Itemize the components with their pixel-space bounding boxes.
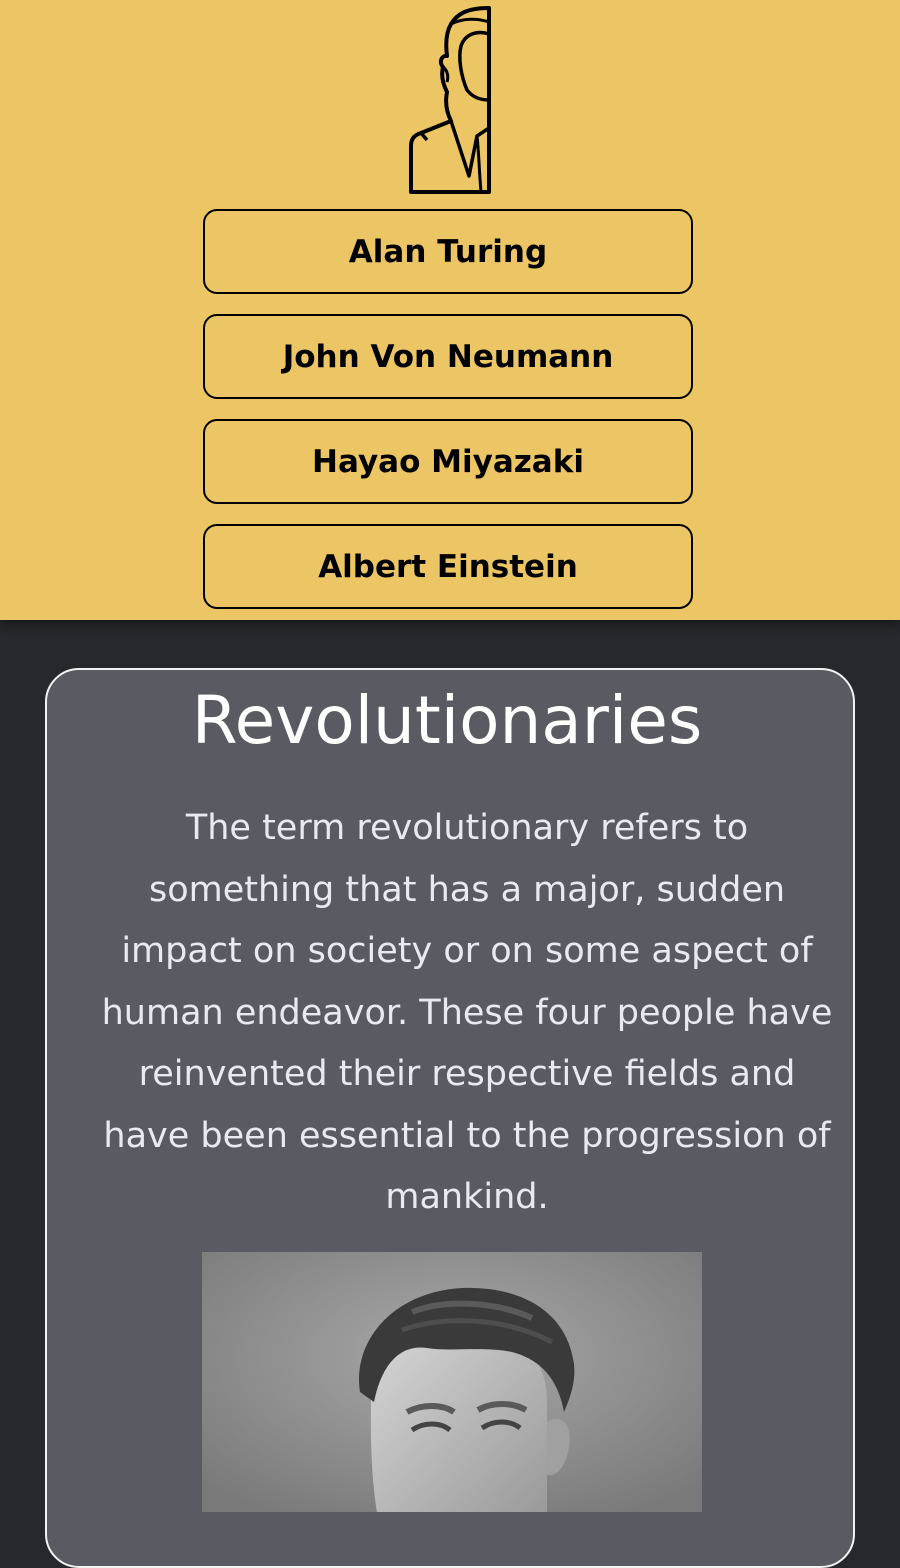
intro-card: Revolutionaries The term revolutionary r… [45,668,855,1568]
portrait-photo [202,1252,702,1512]
nav-button-albert-einstein[interactable]: Albert Einstein [203,524,693,609]
intro-text: The term revolutionary refers to somethi… [101,808,833,1217]
main-content: Revolutionaries The term revolutionary r… [0,620,900,1568]
header: Alan Turing John Von Neumann Hayao Miyaz… [0,0,900,620]
nav-button-hayao-miyazaki[interactable]: Hayao Miyazaki [203,419,693,504]
page-title: Revolutionaries [191,682,703,759]
nav-button-alan-turing[interactable]: Alan Turing [203,209,693,294]
bust-silhouette-icon [409,6,491,194]
portrait-photo-icon [202,1252,702,1512]
nav-button-john-von-neumann[interactable]: John Von Neumann [203,314,693,399]
